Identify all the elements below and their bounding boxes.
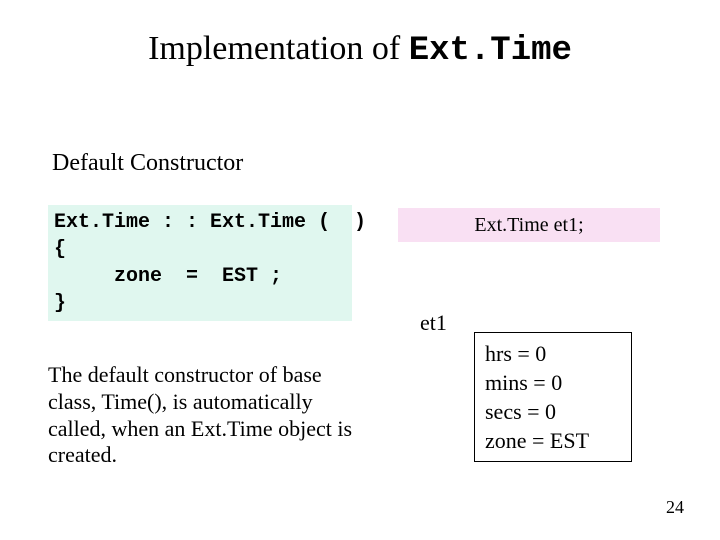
declaration-box: Ext.Time et1;: [398, 208, 660, 242]
explanation-text: The default constructor of base class, T…: [48, 362, 360, 469]
code-line: {: [54, 236, 346, 263]
code-block: Ext.Time : : Ext.Time ( ) { zone = EST ;…: [48, 205, 352, 321]
title-code: Ext.Time: [409, 32, 572, 70]
code-line: zone = EST ;: [54, 263, 346, 290]
object-field: zone = EST: [485, 426, 621, 455]
code-line: }: [54, 290, 346, 317]
declaration-text: Ext.Time et1;: [474, 214, 583, 237]
object-field: hrs = 0: [485, 339, 621, 368]
page-number: 24: [666, 497, 684, 518]
code-line: Ext.Time : : Ext.Time ( ): [54, 209, 346, 236]
object-state-box: hrs = 0 mins = 0 secs = 0 zone = EST: [474, 332, 632, 462]
object-field: secs = 0: [485, 397, 621, 426]
section-heading: Default Constructor: [52, 150, 243, 177]
slide-title: Implementation of Ext.Time: [0, 30, 720, 70]
object-label: et1: [420, 310, 447, 336]
object-field: mins = 0: [485, 368, 621, 397]
title-text: Implementation of: [148, 30, 409, 67]
slide: Implementation of Ext.Time Default Const…: [0, 0, 720, 540]
